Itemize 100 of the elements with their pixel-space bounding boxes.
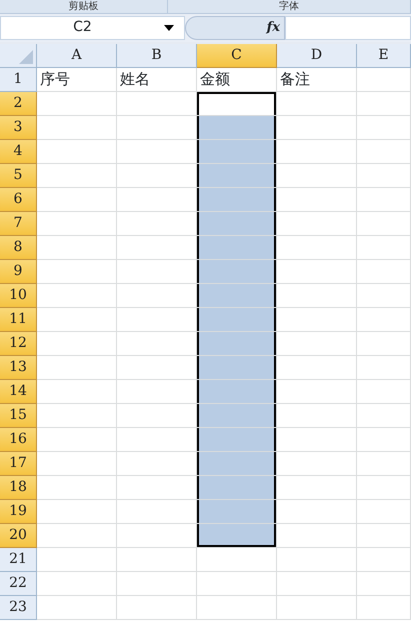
table-cell[interactable]: 序号 [37, 68, 117, 92]
table-cell[interactable] [277, 404, 357, 428]
column-header[interactable]: A [37, 44, 117, 68]
selected-cell[interactable] [197, 116, 277, 140]
table-cell[interactable] [37, 92, 117, 116]
row-header[interactable]: 3 [0, 116, 37, 140]
row-header[interactable]: 18 [0, 476, 37, 500]
table-cell[interactable] [37, 356, 117, 380]
table-cell[interactable] [277, 452, 357, 476]
selected-cell[interactable] [197, 428, 277, 452]
select-all-corner[interactable] [0, 44, 37, 68]
table-cell[interactable] [357, 548, 411, 572]
row-header[interactable]: 22 [0, 572, 37, 596]
table-cell[interactable] [357, 356, 411, 380]
table-cell[interactable] [277, 308, 357, 332]
table-cell[interactable] [357, 572, 411, 596]
table-cell[interactable] [277, 260, 357, 284]
row-header[interactable]: 10 [0, 284, 37, 308]
selected-cell[interactable] [197, 380, 277, 404]
row-header[interactable]: 2 [0, 92, 37, 116]
selected-cell[interactable] [197, 452, 277, 476]
table-cell[interactable] [277, 236, 357, 260]
table-cell[interactable] [117, 596, 197, 620]
table-cell[interactable] [277, 596, 357, 620]
table-cell[interactable] [357, 236, 411, 260]
table-cell[interactable] [277, 572, 357, 596]
table-cell[interactable] [37, 380, 117, 404]
table-cell[interactable] [277, 188, 357, 212]
selected-cell[interactable] [197, 500, 277, 524]
table-cell[interactable] [37, 428, 117, 452]
table-cell[interactable] [357, 428, 411, 452]
table-cell[interactable] [277, 212, 357, 236]
selected-cell[interactable] [197, 260, 277, 284]
table-cell[interactable] [357, 260, 411, 284]
selected-cell[interactable] [197, 404, 277, 428]
table-cell[interactable] [37, 524, 117, 548]
row-header[interactable]: 16 [0, 428, 37, 452]
row-header[interactable]: 13 [0, 356, 37, 380]
selected-cell[interactable] [197, 308, 277, 332]
row-header[interactable]: 19 [0, 500, 37, 524]
table-cell[interactable]: 姓名 [117, 68, 197, 92]
selected-cell[interactable] [197, 140, 277, 164]
table-cell[interactable] [357, 284, 411, 308]
row-header[interactable]: 14 [0, 380, 37, 404]
selected-cell[interactable] [197, 236, 277, 260]
table-cell[interactable] [357, 116, 411, 140]
row-header[interactable]: 11 [0, 308, 37, 332]
table-cell[interactable] [197, 572, 277, 596]
table-cell[interactable] [277, 428, 357, 452]
table-cell[interactable] [357, 596, 411, 620]
insert-function-button[interactable]: fx [185, 16, 285, 40]
row-header[interactable]: 4 [0, 140, 37, 164]
table-cell[interactable] [277, 164, 357, 188]
selected-cell[interactable] [197, 476, 277, 500]
table-cell[interactable] [357, 500, 411, 524]
table-cell[interactable] [357, 140, 411, 164]
table-cell[interactable] [37, 548, 117, 572]
row-header[interactable]: 9 [0, 260, 37, 284]
column-header[interactable]: E [357, 44, 411, 68]
table-cell[interactable] [37, 404, 117, 428]
row-header[interactable]: 6 [0, 188, 37, 212]
table-cell[interactable] [277, 548, 357, 572]
table-cell[interactable] [37, 452, 117, 476]
table-cell[interactable] [37, 116, 117, 140]
table-cell[interactable] [277, 140, 357, 164]
table-cell[interactable] [277, 476, 357, 500]
table-cell[interactable] [197, 596, 277, 620]
table-cell[interactable] [37, 140, 117, 164]
table-cell[interactable] [37, 284, 117, 308]
table-cell[interactable] [357, 68, 411, 92]
row-header[interactable]: 23 [0, 596, 37, 620]
table-cell[interactable] [357, 308, 411, 332]
table-cell[interactable] [37, 188, 117, 212]
selected-cell[interactable] [197, 188, 277, 212]
selected-cell[interactable] [197, 524, 277, 548]
table-cell[interactable] [37, 164, 117, 188]
column-header[interactable]: C [197, 44, 277, 68]
table-cell[interactable] [277, 380, 357, 404]
row-header[interactable]: 17 [0, 452, 37, 476]
row-header[interactable]: 8 [0, 236, 37, 260]
row-header[interactable]: 1 [0, 68, 37, 92]
selected-cell[interactable] [197, 332, 277, 356]
table-cell[interactable] [117, 572, 197, 596]
table-cell[interactable]: 备注 [277, 68, 357, 92]
table-cell[interactable] [277, 284, 357, 308]
column-header[interactable]: D [277, 44, 357, 68]
table-cell[interactable]: 金额 [197, 68, 277, 92]
table-cell[interactable] [277, 92, 357, 116]
table-cell[interactable] [117, 548, 197, 572]
formula-input[interactable] [285, 16, 411, 40]
column-header[interactable]: B [117, 44, 197, 68]
table-cell[interactable] [117, 92, 197, 116]
table-cell[interactable] [37, 260, 117, 284]
table-cell[interactable] [37, 308, 117, 332]
row-header[interactable]: 20 [0, 524, 37, 548]
table-cell[interactable] [357, 332, 411, 356]
selected-cell[interactable] [197, 164, 277, 188]
table-cell[interactable] [277, 500, 357, 524]
table-cell[interactable] [37, 596, 117, 620]
table-cell[interactable] [37, 476, 117, 500]
